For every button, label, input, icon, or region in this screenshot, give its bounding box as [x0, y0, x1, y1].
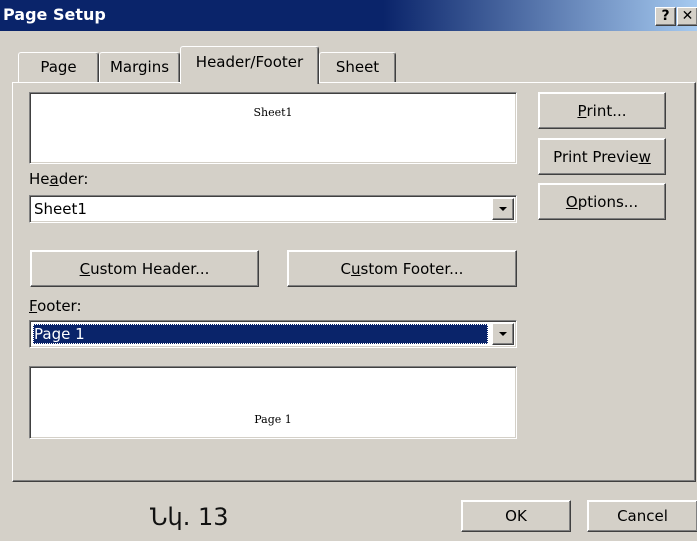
header-select-value: Sheet1	[34, 200, 87, 218]
header-label: Header:	[29, 170, 89, 188]
chevron-down-icon[interactable]	[492, 323, 514, 345]
custom-footer-button[interactable]: Cu stom Footer...	[287, 250, 517, 287]
tab-header-footer[interactable]: Header/Footer	[180, 46, 319, 84]
footer-select[interactable]: Page 1	[29, 320, 517, 348]
footer-select-value: Page 1	[33, 324, 488, 344]
figure-caption: Նկ. 13	[150, 503, 229, 531]
title-bar: Page Setup ? ✕	[0, 0, 697, 31]
footer-preview: Page 1	[29, 366, 517, 439]
ok-button[interactable]: OK	[461, 500, 571, 532]
options-button[interactable]: Options...	[538, 183, 666, 220]
print-button[interactable]: Print...	[538, 92, 666, 129]
header-preview-text: Sheet1	[253, 106, 293, 119]
help-icon[interactable]: ?	[655, 7, 676, 26]
tab-margins[interactable]: Margins	[99, 52, 180, 83]
header-select[interactable]: Sheet1	[29, 195, 517, 223]
print-preview-button[interactable]: Print Previe w	[538, 138, 666, 175]
window-title: Page Setup	[3, 5, 106, 24]
close-icon[interactable]: ✕	[677, 7, 697, 26]
header-preview: Sheet1	[29, 92, 517, 164]
custom-header-button[interactable]: Custom Header...	[30, 250, 259, 287]
footer-preview-text: Page 1	[254, 413, 292, 426]
cancel-button[interactable]: Cancel	[587, 500, 697, 532]
tab-page[interactable]: Page	[18, 52, 99, 83]
footer-label: Footer:	[29, 297, 82, 315]
tab-sheet[interactable]: Sheet	[319, 52, 396, 83]
chevron-down-icon[interactable]	[492, 198, 514, 220]
